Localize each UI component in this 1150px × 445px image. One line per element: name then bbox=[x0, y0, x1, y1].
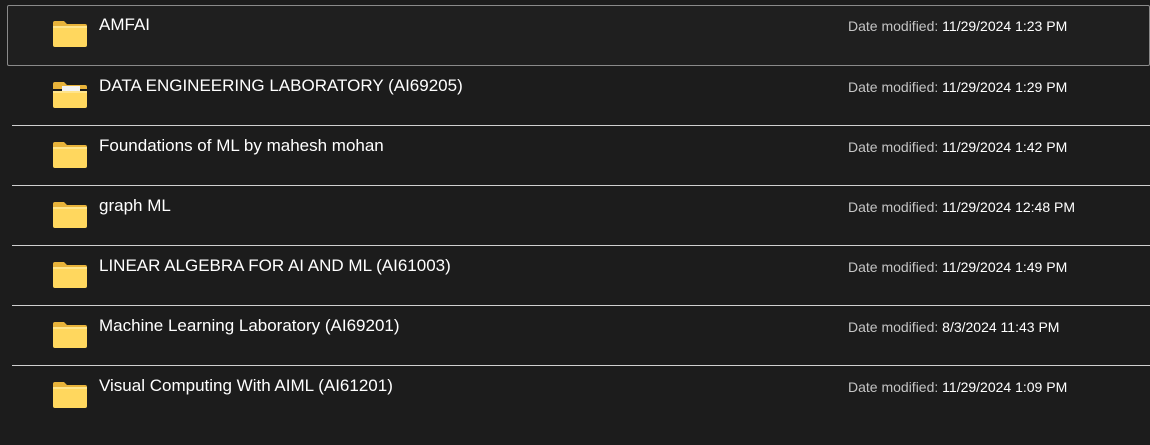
folder-icon bbox=[53, 322, 87, 348]
folder-row-data-engineering[interactable]: DATA ENGINEERING LABORATORY (AI69205) Da… bbox=[12, 67, 1150, 126]
date-modified: Date modified: 11/29/2024 1:42 PM bbox=[848, 139, 1067, 155]
folder-icon bbox=[53, 21, 87, 47]
file-list: AMFAI Date modified: 11/29/2024 1:23 PM … bbox=[0, 0, 1150, 445]
folder-row-linear-algebra[interactable]: LINEAR ALGEBRA FOR AI AND ML (AI61003) D… bbox=[12, 247, 1150, 306]
date-modified-value: 11/29/2024 1:29 PM bbox=[942, 79, 1068, 95]
date-modified-label: Date modified: bbox=[848, 199, 939, 215]
folder-name: graph ML bbox=[99, 196, 171, 215]
date-modified-value: 8/3/2024 11:43 PM bbox=[942, 319, 1060, 335]
date-modified: Date modified: 8/3/2024 11:43 PM bbox=[848, 319, 1059, 335]
folder-row-machine-learning-laboratory[interactable]: Machine Learning Laboratory (AI69201) Da… bbox=[12, 307, 1150, 366]
date-modified: Date modified: 11/29/2024 1:29 PM bbox=[848, 79, 1067, 95]
date-modified-label: Date modified: bbox=[848, 259, 939, 275]
folder-icon bbox=[53, 142, 87, 168]
date-modified-label: Date modified: bbox=[848, 139, 939, 155]
folder-name: LINEAR ALGEBRA FOR AI AND ML (AI61003) bbox=[99, 256, 451, 275]
folder-name: Foundations of ML by mahesh mohan bbox=[99, 136, 384, 155]
folder-name: Machine Learning Laboratory (AI69201) bbox=[99, 316, 400, 335]
date-modified: Date modified: 11/29/2024 1:09 PM bbox=[848, 379, 1067, 395]
date-modified-value: 11/29/2024 1:23 PM bbox=[942, 18, 1068, 34]
folder-icon bbox=[53, 382, 87, 408]
date-modified-label: Date modified: bbox=[848, 18, 939, 34]
date-modified-value: 11/29/2024 1:49 PM bbox=[942, 259, 1068, 275]
date-modified-label: Date modified: bbox=[848, 79, 939, 95]
folder-row-foundations-of-ml[interactable]: Foundations of ML by mahesh mohan Date m… bbox=[12, 127, 1150, 186]
date-modified-label: Date modified: bbox=[848, 319, 939, 335]
folder-icon bbox=[53, 202, 87, 228]
date-modified: Date modified: 11/29/2024 1:49 PM bbox=[848, 259, 1067, 275]
folder-icon bbox=[53, 262, 87, 288]
date-modified-value: 11/29/2024 1:42 PM bbox=[942, 139, 1068, 155]
folder-row-amfai[interactable]: AMFAI Date modified: 11/29/2024 1:23 PM bbox=[7, 5, 1150, 66]
folder-row-visual-computing[interactable]: Visual Computing With AIML (AI61201) Dat… bbox=[12, 367, 1150, 426]
date-modified-value: 11/29/2024 1:09 PM bbox=[942, 379, 1068, 395]
date-modified-value: 11/29/2024 12:48 PM bbox=[942, 199, 1076, 215]
folder-row-graph-ml[interactable]: graph ML Date modified: 11/29/2024 12:48… bbox=[12, 187, 1150, 246]
date-modified: Date modified: 11/29/2024 1:23 PM bbox=[848, 18, 1067, 34]
folder-name: AMFAI bbox=[99, 15, 151, 34]
date-modified: Date modified: 11/29/2024 12:48 PM bbox=[848, 199, 1075, 215]
folder-name: DATA ENGINEERING LABORATORY (AI69205) bbox=[99, 76, 463, 95]
date-modified-label: Date modified: bbox=[848, 379, 939, 395]
folder-name: Visual Computing With AIML (AI61201) bbox=[99, 376, 393, 395]
folder-icon bbox=[53, 82, 87, 108]
